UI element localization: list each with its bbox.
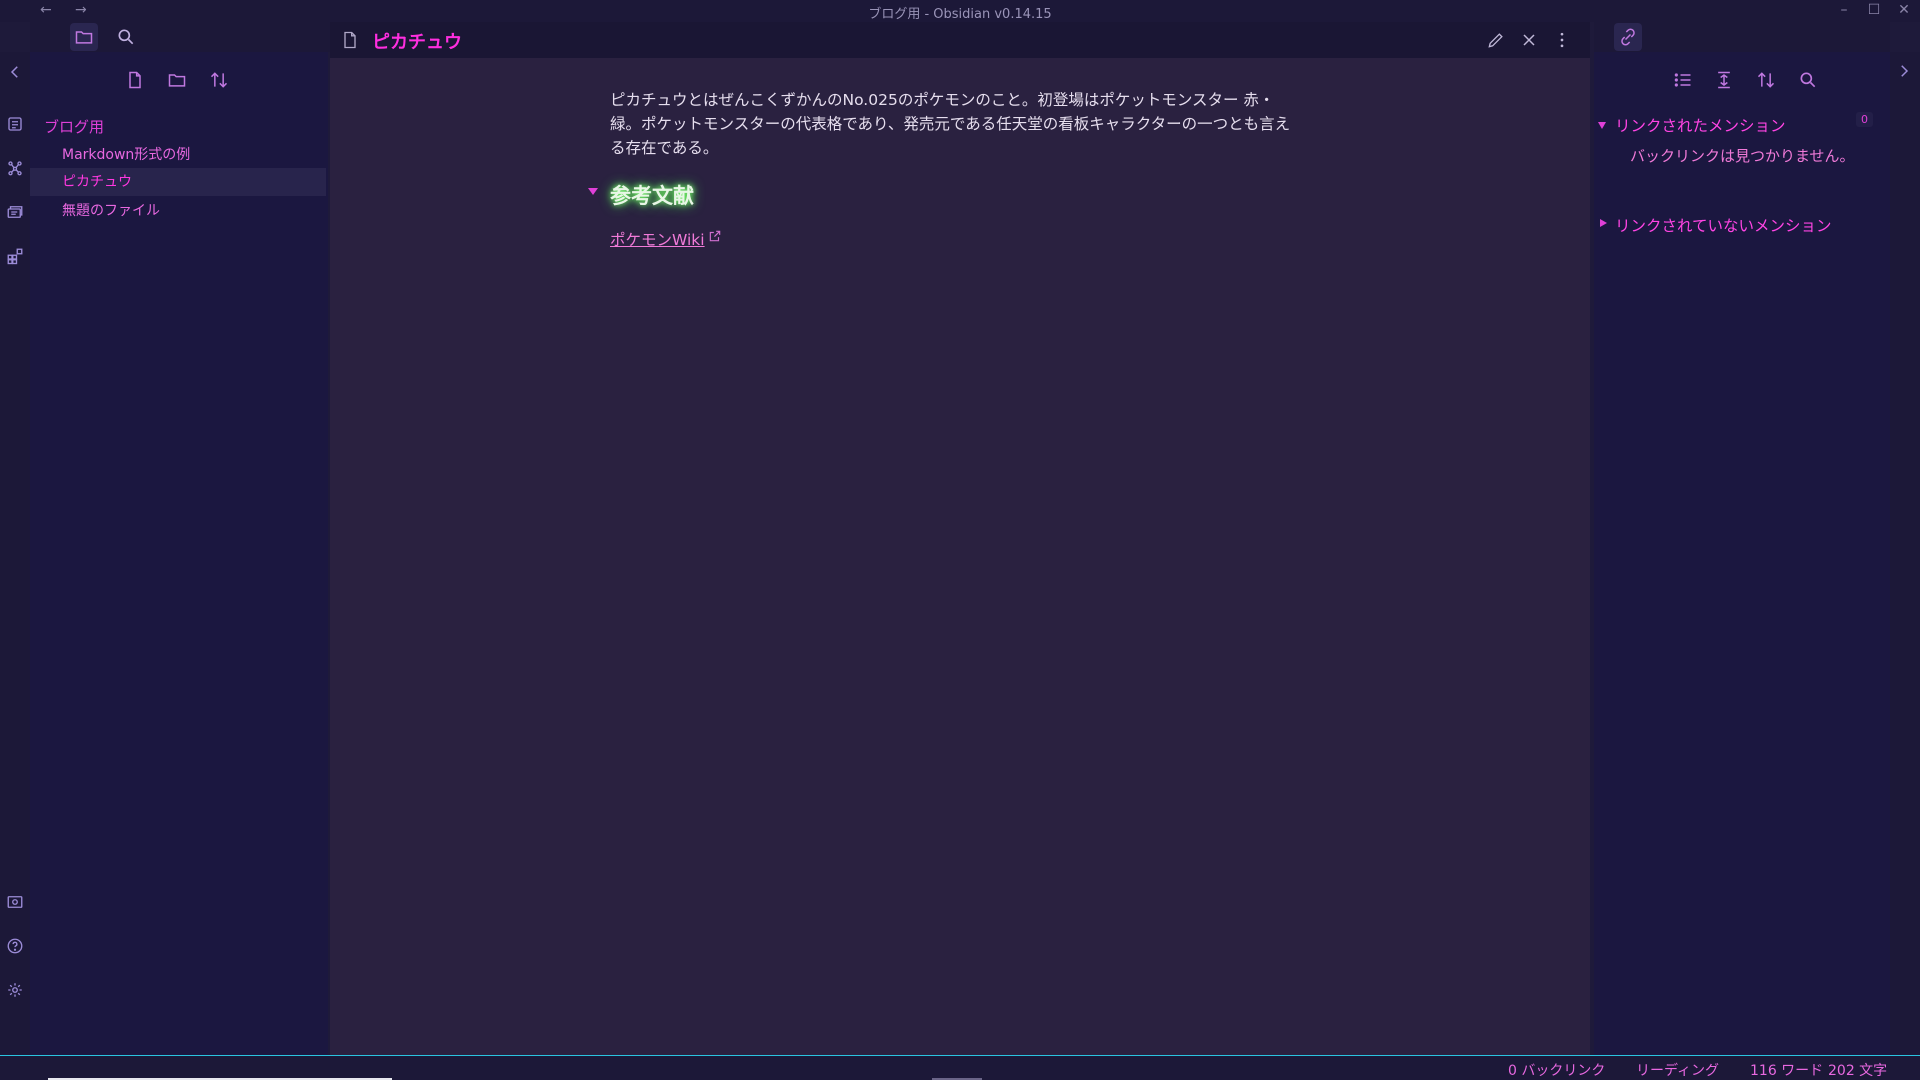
note-paragraph: ピカチュウとはぜんこくずかんのNo.025のポケモンのこと。初登場はポケットモン…: [610, 91, 1291, 157]
fold-toggle-icon[interactable]: [588, 188, 598, 195]
section-heading: 参考文献: [610, 184, 694, 208]
collapse-results-icon[interactable]: [1669, 66, 1697, 94]
word-count: 116 ワード: [1750, 1063, 1824, 1079]
file-explorer-tab[interactable]: [70, 23, 98, 51]
unlinked-mentions-header[interactable]: リンクされていないメンション: [1615, 214, 1832, 236]
file-icon: [336, 26, 364, 54]
linked-mentions-header[interactable]: リンクされたメンション: [1615, 114, 1786, 136]
canvas-icon[interactable]: [5, 202, 25, 222]
right-tab-bar: [1594, 22, 1890, 52]
new-folder-button[interactable]: [163, 66, 191, 94]
search-tab[interactable]: [112, 23, 140, 51]
editor-pane: ピカチュウとはぜんこくずかんのNo.025のポケモンのこと。初登場はポケットモン…: [330, 58, 1590, 1055]
backlink-count[interactable]: 0 バックリンク: [1508, 1060, 1605, 1080]
minimize-button[interactable]: –: [1834, 2, 1854, 18]
note-title[interactable]: ピカチュウ: [372, 28, 462, 54]
sort-button[interactable]: [205, 66, 233, 94]
linked-count-badge: 0: [1856, 112, 1873, 127]
backlinks-tab[interactable]: [1614, 23, 1642, 51]
char-count: 202 文字: [1828, 1063, 1888, 1079]
view-mode[interactable]: リーディング: [1636, 1060, 1719, 1080]
more-options-icon[interactable]: [1548, 26, 1576, 54]
tree-file[interactable]: Markdown形式の例: [30, 141, 326, 169]
tree-file[interactable]: 無題のファイル: [30, 197, 326, 225]
backlinks-panel: [1594, 52, 1890, 1055]
collapse-icon[interactable]: [1600, 219, 1607, 227]
left-tab-bar: [30, 22, 330, 52]
editor-header: ピカチュウ: [330, 22, 1590, 58]
title-bar: ← → ブログ用 - Obsidian v0.14.15 – ☐ ✕: [0, 0, 1920, 22]
sort-icon[interactable]: [1752, 66, 1780, 94]
edit-pencil-icon[interactable]: [1482, 26, 1510, 54]
new-note-button[interactable]: [121, 66, 149, 94]
external-link-icon: [709, 230, 721, 242]
settings-gear-icon[interactable]: [5, 980, 25, 1000]
close-window-button[interactable]: ✕: [1894, 2, 1914, 18]
expand-icon[interactable]: [1598, 122, 1606, 129]
status-bar: 0 バックリンク リーディング 116 ワード 202 文字: [0, 1055, 1920, 1080]
tree-file-active[interactable]: ピカチュウ: [30, 168, 326, 196]
tree-folder-blog[interactable]: ブログ用: [44, 116, 104, 137]
maximize-button[interactable]: ☐: [1864, 2, 1884, 18]
collapse-left-icon[interactable]: [5, 62, 25, 82]
vault-icon[interactable]: [5, 892, 25, 912]
file-explorer: ブログ用 Markdown形式の例 ピカチュウ 無題のファイル: [30, 52, 328, 1055]
collapse-right-icon[interactable]: [1895, 62, 1915, 82]
no-backlinks-message: バックリンクは見つかりません。: [1630, 147, 1855, 165]
quick-switcher-icon[interactable]: [5, 114, 25, 134]
help-icon[interactable]: [5, 936, 25, 956]
plugins-icon[interactable]: [5, 246, 25, 266]
show-context-icon[interactable]: [1710, 66, 1738, 94]
close-icon[interactable]: [1515, 26, 1543, 54]
ribbon: [0, 52, 30, 1055]
right-ribbon: [1890, 52, 1920, 1055]
window-title: ブログ用 - Obsidian v0.14.15: [868, 7, 1052, 22]
graph-view-icon[interactable]: [5, 158, 25, 178]
search-icon[interactable]: [1794, 66, 1822, 94]
external-link[interactable]: ポケモンWiki: [610, 228, 705, 250]
